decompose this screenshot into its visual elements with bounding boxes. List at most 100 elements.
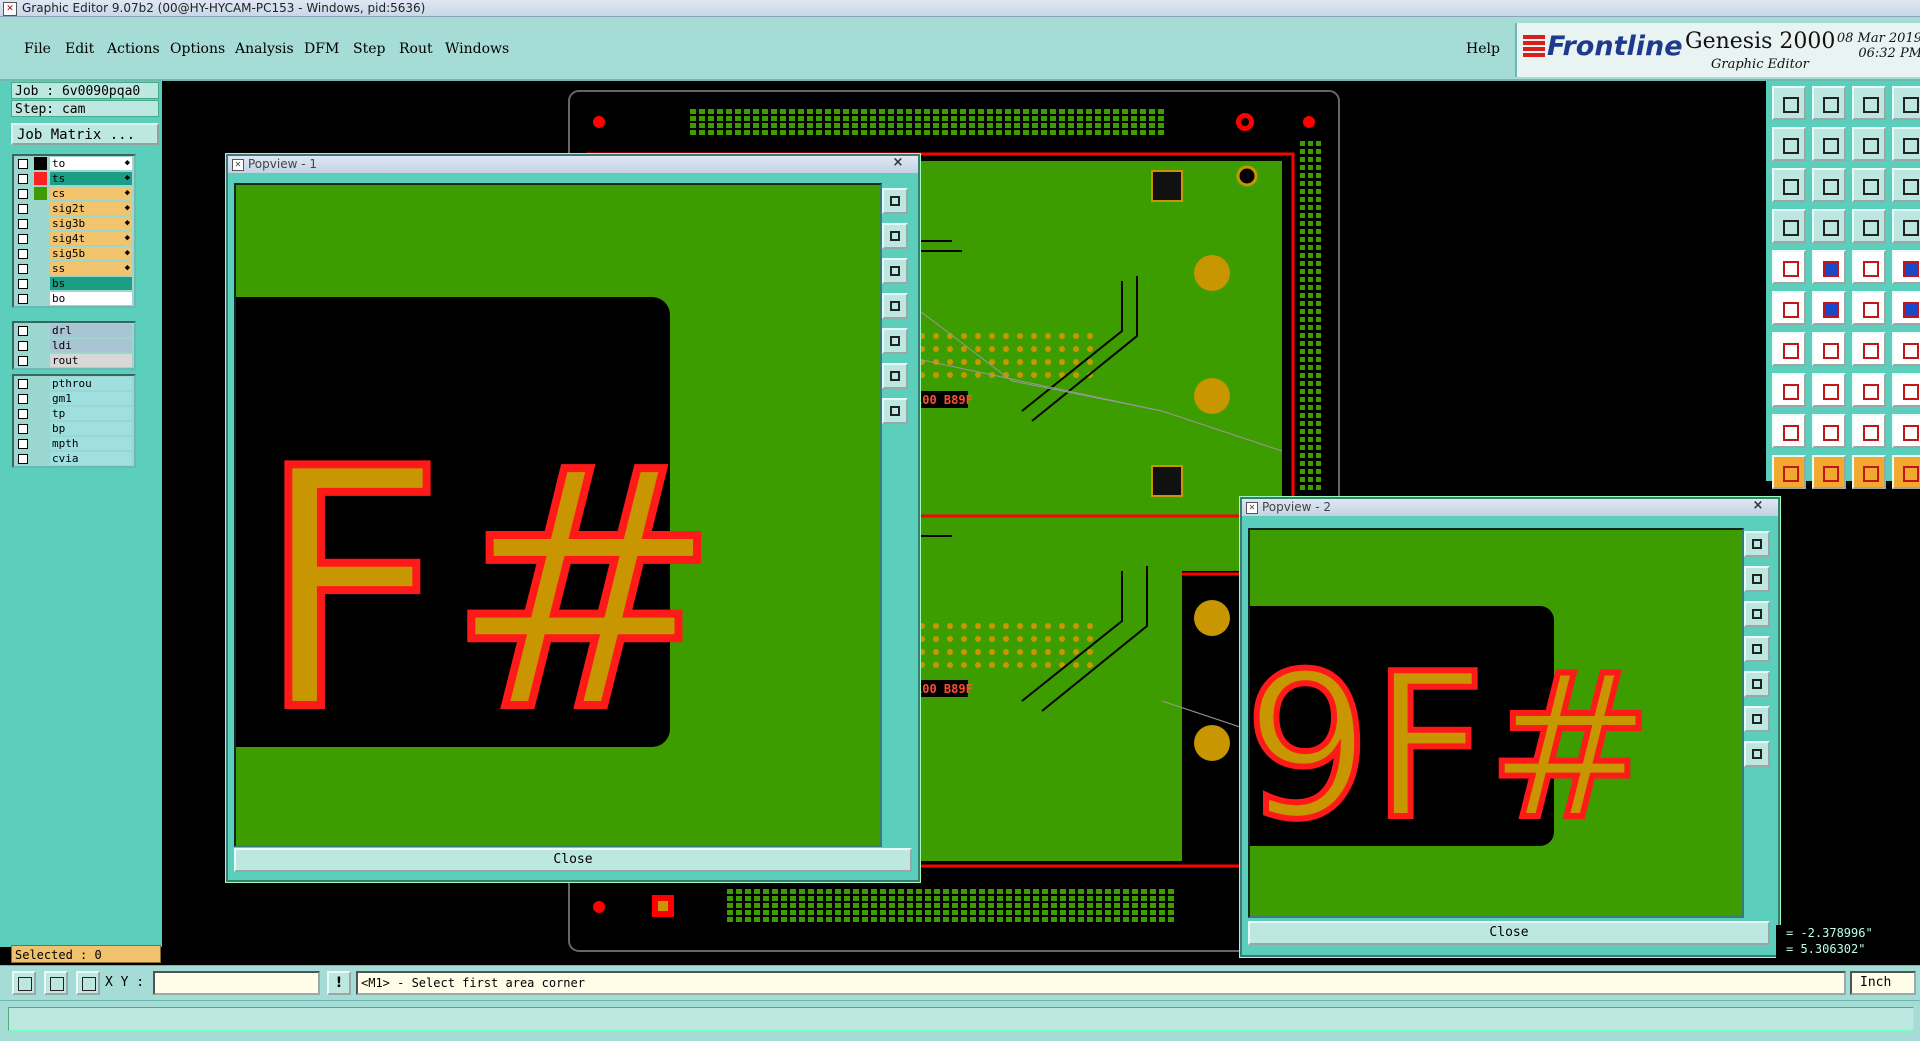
popview-pan-right-icon[interactable] bbox=[1744, 671, 1770, 697]
layer-row-cs[interactable]: cs ◆ bbox=[14, 186, 132, 201]
tool-pad-icon[interactable] bbox=[1772, 250, 1806, 284]
layer-checkbox[interactable] bbox=[18, 264, 28, 274]
layer-name[interactable]: cvia bbox=[50, 452, 132, 465]
popview-zoom-fit-icon[interactable] bbox=[882, 188, 908, 214]
popview-1-canvas[interactable]: F# bbox=[234, 183, 882, 847]
menu-help[interactable]: Help bbox=[1466, 41, 1500, 57]
layer-name[interactable]: drl bbox=[50, 324, 132, 337]
menu-analysis[interactable]: Analysis bbox=[235, 41, 294, 57]
tool-arc-icon[interactable] bbox=[1892, 455, 1920, 489]
popview-zoom-fit-icon[interactable] bbox=[1744, 531, 1770, 557]
layer-checkbox[interactable] bbox=[18, 326, 28, 336]
tool-compare-icon[interactable] bbox=[1852, 127, 1886, 161]
tool-pick-icon[interactable] bbox=[1812, 455, 1846, 489]
tool-ruler-icon[interactable] bbox=[1852, 250, 1886, 284]
layer-checkbox[interactable] bbox=[18, 234, 28, 244]
tool-fit-icon[interactable] bbox=[1772, 168, 1806, 202]
warning-icon[interactable]: ! bbox=[327, 971, 351, 995]
tool-center-icon[interactable] bbox=[1852, 373, 1886, 407]
popview-zoom-in-icon[interactable] bbox=[1744, 706, 1770, 732]
layer-row-bo[interactable]: bo bbox=[14, 291, 132, 306]
tool-rotate-icon[interactable] bbox=[1852, 332, 1886, 366]
menu-options[interactable]: Options bbox=[170, 41, 225, 57]
layer-row-drl[interactable]: drl bbox=[14, 323, 132, 338]
tool-snap-icon[interactable] bbox=[1772, 373, 1806, 407]
tool-line-icon[interactable] bbox=[1812, 250, 1846, 284]
layer-name[interactable]: bs bbox=[50, 277, 132, 290]
menu-rout[interactable]: Rout bbox=[399, 41, 433, 57]
layer-checkbox[interactable] bbox=[18, 204, 28, 214]
layer-checkbox[interactable] bbox=[18, 249, 28, 259]
popview-pan-down-icon[interactable] bbox=[882, 258, 908, 284]
layer-checkbox[interactable] bbox=[18, 174, 28, 184]
measure-mode-icon[interactable] bbox=[44, 971, 68, 995]
layer-name[interactable]: sig4t ◆ bbox=[50, 232, 132, 245]
tool-copy-icon[interactable] bbox=[1892, 291, 1920, 325]
xy-input[interactable] bbox=[153, 971, 320, 995]
snap-mode-icon[interactable] bbox=[12, 971, 36, 995]
layer-checkbox[interactable] bbox=[18, 159, 28, 169]
popview-1-close-icon[interactable]: × bbox=[884, 155, 912, 172]
menu-file[interactable]: File bbox=[24, 41, 51, 57]
layer-name[interactable]: pthrou bbox=[50, 377, 132, 390]
popview-1-titlebar[interactable]: ✕ Popview - 1 × bbox=[228, 155, 918, 173]
tool-lasso-icon[interactable] bbox=[1852, 455, 1886, 489]
tool-open-job-icon[interactable] bbox=[1772, 86, 1806, 120]
tool-circle-icon[interactable] bbox=[1892, 250, 1920, 284]
popview-pan-left-icon[interactable] bbox=[1744, 636, 1770, 662]
layer-name[interactable]: bp bbox=[50, 422, 132, 435]
tool-scale-icon[interactable] bbox=[1892, 127, 1920, 161]
layer-name[interactable]: ldi bbox=[50, 339, 132, 352]
popview-2-close-button[interactable]: Close bbox=[1248, 921, 1770, 945]
layer-row-mpth[interactable]: mpth bbox=[14, 436, 132, 451]
layer-checkbox[interactable] bbox=[18, 394, 28, 404]
layer-row-pthrou[interactable]: pthrou bbox=[14, 376, 132, 391]
tool-export-icon[interactable] bbox=[1812, 127, 1846, 161]
units-selector[interactable]: Inch bbox=[1850, 971, 1916, 995]
layer-name[interactable]: bo bbox=[50, 292, 132, 305]
layer-name[interactable]: ss ◆ bbox=[50, 262, 132, 275]
layer-row-bp[interactable]: bp bbox=[14, 421, 132, 436]
layer-checkbox[interactable] bbox=[18, 279, 28, 289]
menu-edit[interactable]: Edit bbox=[65, 41, 94, 57]
tool-select-icon[interactable] bbox=[1772, 455, 1806, 489]
layer-name[interactable]: rout bbox=[50, 354, 132, 367]
grid-icon[interactable] bbox=[76, 971, 100, 995]
layer-checkbox[interactable] bbox=[18, 219, 28, 229]
layer-name[interactable]: sig3b ◆ bbox=[50, 217, 132, 230]
layer-row-sig3b[interactable]: sig3b ◆ bbox=[14, 216, 132, 231]
popview-zoom-out-icon[interactable] bbox=[1744, 741, 1770, 767]
tool-angle-icon[interactable] bbox=[1772, 332, 1806, 366]
tool-cross-icon[interactable] bbox=[1812, 291, 1846, 325]
popview-zoom-in-icon[interactable] bbox=[882, 363, 908, 389]
layer-name[interactable]: cs ◆ bbox=[50, 187, 132, 200]
tool-home-icon[interactable] bbox=[1852, 86, 1886, 120]
layer-checkbox[interactable] bbox=[18, 189, 28, 199]
tool-ratio-icon[interactable] bbox=[1852, 168, 1886, 202]
popview-1-close-button[interactable]: Close bbox=[234, 848, 912, 872]
layer-row-tp[interactable]: tp bbox=[14, 406, 132, 421]
menu-dfm[interactable]: DFM bbox=[304, 41, 339, 57]
layer-row-to[interactable]: to ◆ bbox=[14, 156, 132, 171]
popview-pan-up-icon[interactable] bbox=[882, 223, 908, 249]
menu-step[interactable]: Step bbox=[353, 41, 385, 57]
popview-zoom-out-icon[interactable] bbox=[882, 398, 908, 424]
tool-slash-icon[interactable] bbox=[1812, 332, 1846, 366]
layer-name[interactable]: sig5b ◆ bbox=[50, 247, 132, 260]
layer-row-bs[interactable]: bs bbox=[14, 276, 132, 291]
popview-2-titlebar[interactable]: ✕ Popview - 2 × bbox=[1242, 498, 1778, 516]
tool-mirror-icon[interactable] bbox=[1892, 332, 1920, 366]
tool-netlist-icon[interactable] bbox=[1852, 209, 1886, 243]
tool-eye-icon[interactable] bbox=[1772, 209, 1806, 243]
layer-checkbox[interactable] bbox=[18, 424, 28, 434]
tool-stack-icon[interactable] bbox=[1892, 373, 1920, 407]
popview-pan-down-icon[interactable] bbox=[1744, 601, 1770, 627]
tool-layers-icon[interactable] bbox=[1892, 209, 1920, 243]
popview-pan-right-icon[interactable] bbox=[882, 328, 908, 354]
layer-checkbox[interactable] bbox=[18, 379, 28, 389]
tool-save-icon[interactable] bbox=[1812, 86, 1846, 120]
layer-row-cvia[interactable]: cvia bbox=[14, 451, 132, 466]
layer-row-ldi[interactable]: ldi bbox=[14, 338, 132, 353]
tool-help-icon[interactable] bbox=[1892, 168, 1920, 202]
layer-checkbox[interactable] bbox=[18, 454, 28, 464]
